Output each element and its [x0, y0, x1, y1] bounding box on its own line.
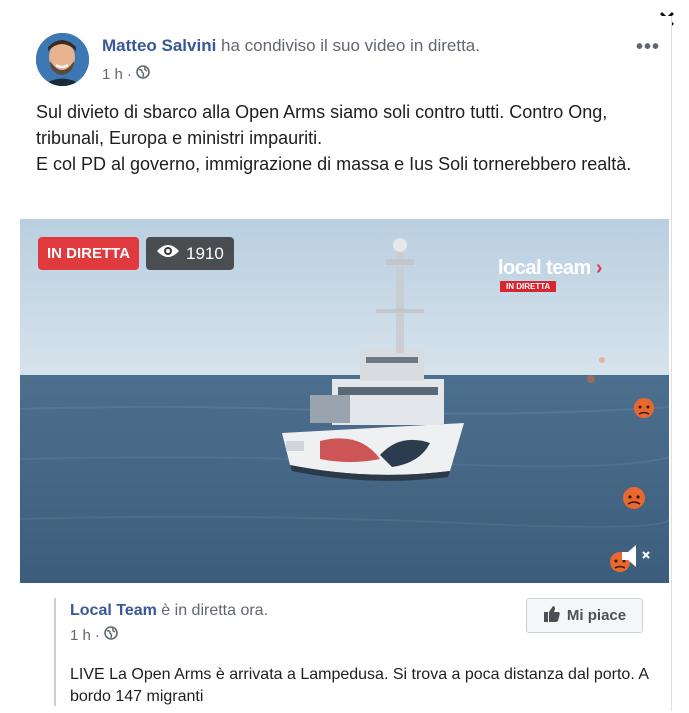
angry-reaction-icon	[634, 398, 654, 418]
shared-timestamp[interactable]: 1 h	[70, 627, 91, 644]
post-header: Matteo Salvini ha condiviso il suo video…	[102, 36, 480, 56]
viewer-count: 1910	[186, 244, 224, 263]
live-video-player[interactable]: IN DIRETTA 1910 local team › IN DIRETTA	[20, 219, 669, 583]
like-page-button[interactable]: Mi piace	[526, 598, 643, 633]
shared-author-link[interactable]: Local Team	[70, 602, 157, 619]
eye-icon	[156, 237, 180, 270]
post-text-line: E col PD al governo, immigrazione di mas…	[36, 154, 632, 174]
chevron-right-icon: ›	[595, 257, 603, 279]
globe-icon	[104, 626, 118, 644]
watermark-brand: local team	[498, 257, 591, 279]
like-button-label: Mi piace	[566, 607, 627, 624]
viewer-count-badge: 1910	[146, 237, 234, 270]
shared-header: Local Team è in diretta ora.	[70, 602, 268, 620]
post-text-line: Sul divieto di sbarco alla Open Arms sia…	[36, 102, 608, 148]
thumbs-up-icon	[543, 605, 561, 627]
post-meta: 1 h ·	[102, 65, 150, 83]
post-card: Matteo Salvini ha condiviso il suo video…	[18, 16, 672, 711]
angry-reaction-icon	[623, 487, 645, 509]
meta-separator: ·	[126, 65, 132, 83]
watermark-logo: local team ›	[498, 257, 603, 280]
post-timestamp[interactable]: 1 h	[102, 66, 123, 83]
avatar[interactable]	[36, 33, 89, 86]
live-badge: IN DIRETTA	[38, 237, 140, 270]
meta-separator: ·	[94, 626, 100, 644]
post-body: Sul divieto di sbarco alla Open Arms sia…	[36, 99, 656, 177]
shared-meta: 1 h ·	[70, 626, 118, 644]
mute-icon[interactable]	[618, 542, 654, 570]
post-action-text: ha condiviso il suo video in diretta.	[221, 36, 480, 55]
shared-video-attachment: Local Team è in diretta ora. 1 h · Mi pi…	[54, 598, 656, 706]
globe-icon	[136, 65, 150, 83]
more-icon[interactable]: •••	[636, 36, 660, 59]
watermark-live-label: IN DIRETTA	[500, 281, 557, 292]
shared-status: è in diretta ora.	[161, 602, 269, 619]
shared-description: LIVE La Open Arms è arrivata a Lampedusa…	[70, 666, 649, 705]
post-author-link[interactable]: Matteo Salvini	[102, 36, 216, 55]
